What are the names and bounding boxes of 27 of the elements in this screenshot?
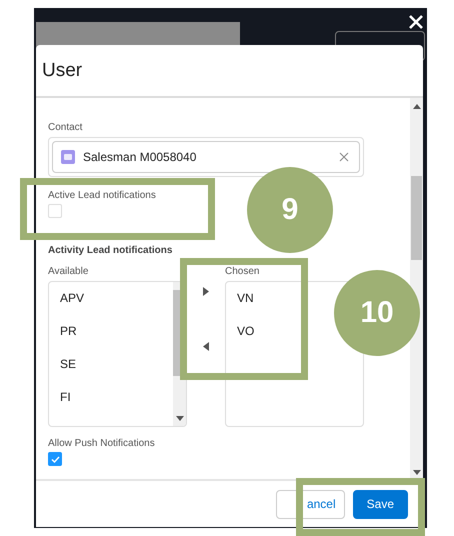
dialog-title: User: [42, 60, 82, 82]
list-option[interactable]: FI: [49, 390, 173, 423]
contact-label: Contact: [48, 122, 84, 133]
move-right-button[interactable]: [201, 285, 211, 298]
move-left-button[interactable]: [201, 340, 211, 353]
close-icon[interactable]: [408, 14, 424, 30]
contact-card-icon: [61, 150, 75, 164]
scroll-down-icon[interactable]: [176, 416, 184, 421]
push-label: Allow Push Notifications: [48, 438, 156, 449]
list-option[interactable]: SE: [49, 357, 173, 390]
scrollbar-thumb[interactable]: [411, 176, 422, 260]
section-title: Activity Lead notifications: [48, 245, 174, 256]
active-lead-label: Active Lead notifications: [48, 190, 157, 201]
contact-value: Salesman M0058040: [83, 150, 198, 164]
clear-icon[interactable]: [339, 152, 349, 162]
available-label: Available: [48, 266, 90, 277]
list-option[interactable]: PR: [49, 324, 173, 357]
check-icon: [50, 454, 60, 464]
list-option[interactable]: APV: [49, 291, 173, 324]
active-lead-checkbox[interactable]: [48, 204, 62, 218]
scroll-down-icon[interactable]: [412, 470, 420, 475]
chosen-label: Chosen: [225, 266, 260, 277]
scroll-up-icon[interactable]: [412, 104, 420, 109]
cancel-button[interactable]: ancel: [276, 490, 345, 518]
save-button[interactable]: Save: [352, 490, 408, 518]
scrollbar[interactable]: [410, 98, 423, 479]
push-checkbox[interactable]: [48, 452, 62, 466]
